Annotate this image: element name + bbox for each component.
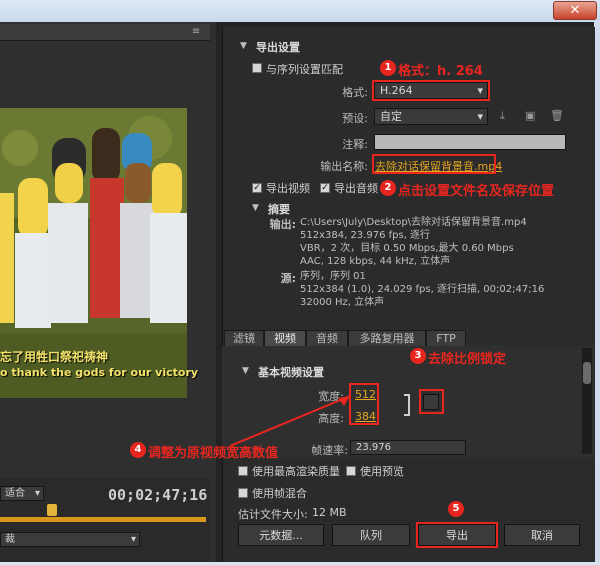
annotation-1-text: 格式：h. 264 xyxy=(398,64,483,79)
summary-collapse-icon[interactable]: ▼ xyxy=(252,203,259,213)
annotation-1-badge: 1 xyxy=(380,60,396,76)
output-name-label: 输出名称: xyxy=(320,160,368,173)
tab-video[interactable]: 视频 xyxy=(264,330,306,347)
use-preview-label: 使用预览 xyxy=(360,465,404,478)
aspect-link-bracket xyxy=(404,394,410,416)
use-preview-checkbox[interactable] xyxy=(346,466,356,476)
max-render-quality-label: 使用最高渲染质量 xyxy=(252,465,340,478)
tab-ftp[interactable]: FTP xyxy=(426,330,466,347)
summary-title: 摘要 xyxy=(268,203,290,216)
cancel-button[interactable]: 取消 xyxy=(504,524,580,546)
save-preset-icon[interactable]: ⤓ xyxy=(500,109,505,123)
export-video-checkbox[interactable]: ✓ xyxy=(252,183,262,193)
window-close-button[interactable]: ✕ xyxy=(553,1,597,20)
summary-source-video: 512x384 (1.0), 24.029 fps, 逐行扫描, 00;02;4… xyxy=(300,284,545,295)
chevron-down-icon: ▾ xyxy=(130,534,136,545)
summary-output-bitrate: VBR，2 次，目标 0.50 Mbps,最大 0.60 Mbps xyxy=(300,243,514,254)
summary-output-video: 512x384, 23.976 fps, 逐行 xyxy=(300,230,431,241)
metadata-button[interactable]: 元数据... xyxy=(238,524,324,546)
summary-output-audio: AAC, 128 kbps, 44 kHz, 立体声 xyxy=(300,256,451,267)
annotation-format-box xyxy=(372,80,490,101)
tab-filters[interactable]: 滤镜 xyxy=(224,330,264,347)
format-label: 格式: xyxy=(342,86,368,99)
match-sequence-checkbox[interactable] xyxy=(252,63,262,73)
export-audio-checkbox[interactable]: ✓ xyxy=(320,183,330,193)
preset-label: 预设: xyxy=(342,112,368,125)
collapse-triangle-icon[interactable]: ▼ xyxy=(240,41,247,51)
panel-menu-icon[interactable]: ≡ xyxy=(186,26,206,38)
annotation-3-badge: 3 xyxy=(410,348,426,364)
window-titlebar xyxy=(0,0,600,22)
annotation-export-box xyxy=(416,522,498,548)
delete-preset-icon[interactable]: 🗑 xyxy=(550,109,564,122)
video-collapse-icon[interactable]: ▼ xyxy=(242,366,249,376)
annotation-2-text: 点击设置文件名及保存位置 xyxy=(398,184,555,199)
preview-toolbar xyxy=(0,24,210,41)
source-range-select[interactable]: 裁 ▾ xyxy=(0,532,140,547)
export-settings-title: 导出设置 xyxy=(256,41,300,54)
annotation-4-badge: 4 xyxy=(130,442,146,458)
frame-blend-checkbox[interactable] xyxy=(238,488,248,498)
chevron-down-icon: ▾ xyxy=(477,110,483,123)
max-render-quality-checkbox[interactable] xyxy=(238,466,248,476)
annotation-3-text: 去除比例锁定 xyxy=(428,352,507,367)
tab-multiplexer[interactable]: 多路复用器 xyxy=(348,330,426,347)
subtitle-chinese: 忘了用牲口祭祀祷神 xyxy=(0,350,109,364)
filesize-value: 12 MB xyxy=(312,506,347,519)
playhead-handle[interactable] xyxy=(47,504,57,516)
comment-label: 注释: xyxy=(342,138,368,151)
summary-source-sequence: 序列，序列 01 xyxy=(300,271,366,282)
framerate-select[interactable]: 23.976 xyxy=(350,440,466,455)
annotation-4-arrow xyxy=(229,395,351,447)
tab-audio[interactable]: 音频 xyxy=(306,330,348,347)
annotation-2-badge: 2 xyxy=(380,180,396,196)
frame-blend-label: 使用帧混合 xyxy=(252,487,307,500)
preset-value: 自定 xyxy=(380,110,402,123)
chevron-down-icon: ▾ xyxy=(34,488,40,499)
import-preset-icon[interactable]: ▣ xyxy=(525,109,535,122)
annotation-output-name-box xyxy=(372,154,496,174)
annotation-lock-box xyxy=(419,389,444,414)
scrollbar-thumb[interactable] xyxy=(583,362,591,384)
export-audio-label: 导出音频 xyxy=(334,182,378,195)
annotation-4-text: 调整为原视频宽高数值 xyxy=(148,446,279,461)
comment-input[interactable] xyxy=(374,134,566,150)
export-video-label: 导出视频 xyxy=(266,182,310,195)
subtitle-english: o thank the gods for our victory xyxy=(0,366,199,379)
summary-output-label: 输出: xyxy=(269,218,296,231)
summary-source-label: 源: xyxy=(280,272,296,285)
timecode-display: 00;02;47;16 xyxy=(108,486,208,504)
summary-source-audio: 32000 Hz, 立体声 xyxy=(300,297,385,308)
fit-select[interactable]: 适合 ▾ xyxy=(0,486,44,501)
queue-button[interactable]: 队列 xyxy=(332,524,410,546)
preset-select[interactable]: 自定 ▾ xyxy=(374,108,488,125)
timeline-bar[interactable] xyxy=(0,517,206,522)
annotation-5-badge: 5 xyxy=(448,501,464,517)
match-sequence-label: 与序列设置匹配 xyxy=(266,63,343,76)
basic-video-settings-title: 基本视频设置 xyxy=(258,366,324,379)
source-range-value: 裁 xyxy=(5,534,15,545)
fit-select-value: 适合 xyxy=(5,488,25,499)
filesize-label: 估计文件大小: xyxy=(238,508,308,521)
summary-output-path: C:\Users\July\Desktop\去除对话保留背景音.mp4 xyxy=(300,217,527,228)
